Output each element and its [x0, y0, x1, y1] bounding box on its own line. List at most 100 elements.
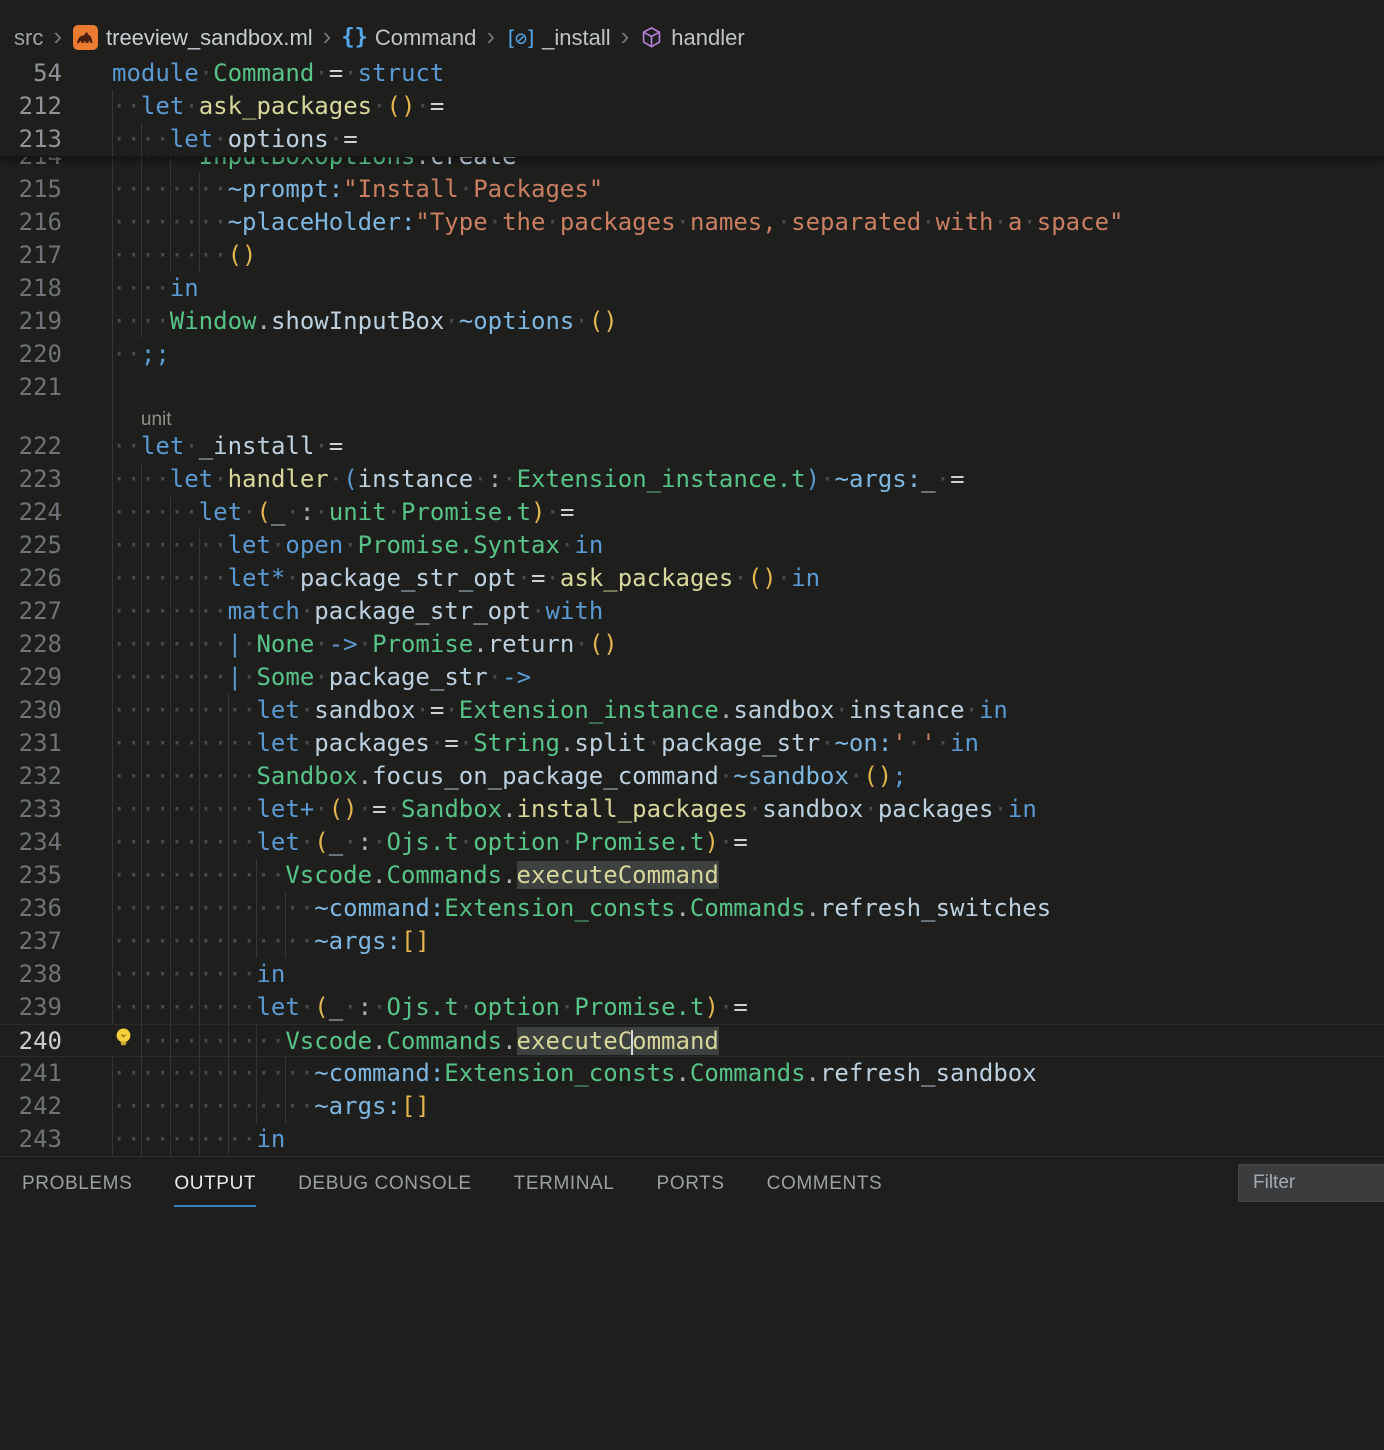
- tab-terminal[interactable]: TERMINAL: [514, 1159, 615, 1207]
- code-token: ~options: [459, 307, 575, 335]
- code-line[interactable]: 227········match·package_str_opt·with: [0, 595, 1384, 628]
- code-line[interactable]: 231··········let·packages·=·String.split…: [0, 727, 1384, 760]
- code-line[interactable]: 224······let·(_·:·unit·Promise.t)·=: [0, 496, 1384, 529]
- code-token: (): [329, 795, 358, 823]
- code-token: Command: [213, 59, 314, 87]
- whitespace-dot: ·: [300, 597, 314, 625]
- tab-debug-console[interactable]: DEBUG CONSOLE: [298, 1159, 472, 1207]
- lightbulb-icon[interactable]: [112, 1025, 141, 1058]
- line-number: 227: [0, 595, 62, 628]
- breadcrumb-item-treeview-sandbox-ml[interactable]: treeview_sandbox.ml: [72, 24, 313, 51]
- code-line[interactable]: 217········(): [0, 239, 1384, 272]
- filter-input[interactable]: [1238, 1164, 1384, 1202]
- breadcrumb-item-src[interactable]: src: [14, 25, 43, 51]
- code-line[interactable]: 241··············~command:Extension_cons…: [0, 1057, 1384, 1090]
- code-line[interactable]: 228········|·None·->·Promise.return·(): [0, 628, 1384, 661]
- code-token: ~args:: [314, 1092, 401, 1120]
- breadcrumb-item--install[interactable]: [⊘]_install: [505, 25, 611, 51]
- indent-guide: ··: [112, 760, 141, 793]
- whitespace-dot: ·: [936, 465, 950, 493]
- indent-guide: ··: [141, 123, 170, 156]
- sticky-line[interactable]: 213····let·options·=: [0, 123, 1384, 156]
- code-token: .: [256, 307, 270, 335]
- code-token: Promise.t: [574, 828, 704, 856]
- code-line[interactable]: 235············Vscode.Commands.executeCo…: [0, 859, 1384, 892]
- whitespace-dot: ·: [849, 762, 863, 790]
- indent-guide: ··: [228, 1090, 257, 1123]
- indent-guide: ··: [112, 305, 141, 338]
- code-line[interactable]: 239··········let·(_·:·Ojs.t·option·Promi…: [0, 991, 1384, 1024]
- whitespace-dot: ·: [358, 630, 372, 658]
- code-line[interactable]: 226········let*·package_str_opt·=·ask_pa…: [0, 562, 1384, 595]
- code-line[interactable]: 242··············~args:[]: [0, 1090, 1384, 1123]
- indent-guide: ··: [112, 925, 141, 958]
- code-line[interactable]: 215········~prompt:"Install·Packages": [0, 173, 1384, 206]
- code-line[interactable]: 238··········in: [0, 958, 1384, 991]
- line-number: 239: [0, 991, 62, 1024]
- whitespace-dot: ·: [531, 597, 545, 625]
- code-token: Promise: [372, 630, 473, 658]
- code-line[interactable]: 234··········let·(_·:·Ojs.t·option·Promi…: [0, 826, 1384, 859]
- whitespace-dot: ·: [444, 696, 458, 724]
- code-line[interactable]: 222··let·_install·=: [0, 430, 1384, 463]
- code-token: instance: [849, 696, 965, 724]
- code-token: _: [329, 828, 343, 856]
- code-line[interactable]: 243··········in: [0, 1123, 1384, 1156]
- code-token: let+: [256, 795, 314, 823]
- whitespace-dot: ·: [777, 564, 791, 592]
- code-token: with: [936, 208, 994, 236]
- tab-ports[interactable]: PORTS: [657, 1159, 725, 1207]
- code-token: ): [704, 828, 718, 856]
- inlay-hint-row: unit: [0, 404, 1384, 430]
- code-token: .: [502, 1027, 516, 1055]
- line-content: ············Vscode.Commands.executeComma…: [112, 859, 719, 892]
- breadcrumb-item-handler[interactable]: handler: [639, 25, 744, 51]
- code-token: instance: [358, 465, 474, 493]
- indent-guide: ··: [141, 892, 170, 925]
- whitespace-dot: ·: [517, 564, 531, 592]
- code-token: .: [372, 861, 386, 889]
- indent-guide: ··: [170, 206, 199, 239]
- code-token: String: [473, 729, 560, 757]
- breadcrumb-item-command[interactable]: {}Command: [341, 25, 476, 51]
- code-token: let: [170, 125, 213, 153]
- code-line[interactable]: 229········|·Some·package_str·->: [0, 661, 1384, 694]
- whitespace-dot: ·: [676, 208, 690, 236]
- code-line[interactable]: 236··············~command:Extension_cons…: [0, 892, 1384, 925]
- tab-comments[interactable]: COMMENTS: [767, 1159, 883, 1207]
- line-content: ··;;: [112, 338, 170, 371]
- code-line[interactable]: 216········~placeHolder:"Type·the·packag…: [0, 206, 1384, 239]
- code-line[interactable]: 225········let·open·Promise.Syntax·in: [0, 529, 1384, 562]
- code-line[interactable]: 223····let·handler·(instance·:·Extension…: [0, 463, 1384, 496]
- line-content: ··········let·packages·=·String.split·pa…: [112, 727, 979, 760]
- tab-output[interactable]: OUTPUT: [174, 1159, 256, 1207]
- code-line[interactable]: 230··········let·sandbox·=·Extension_ins…: [0, 694, 1384, 727]
- code-token: (): [863, 762, 892, 790]
- code-token: executeCommand: [517, 861, 719, 889]
- code-line[interactable]: 221: [0, 371, 1384, 404]
- code-line[interactable]: 233··········let+·()·=·Sandbox.install_p…: [0, 793, 1384, 826]
- sticky-line[interactable]: 54module·Command·=·struct: [0, 57, 1384, 90]
- sticky-line[interactable]: 212··let·ask_packages·()·=: [0, 90, 1384, 123]
- indent-guide: ··: [199, 529, 228, 562]
- line-content: module·Command·=·struct: [112, 57, 444, 90]
- indent-guide: ··: [199, 595, 228, 628]
- line-content: ········let*·package_str_opt·=·ask_packa…: [112, 562, 820, 595]
- code-token: ~placeHolder:: [228, 208, 416, 236]
- indent-guide: ··: [170, 1090, 199, 1123]
- code-token: in: [574, 531, 603, 559]
- tab-problems[interactable]: PROBLEMS: [22, 1159, 132, 1207]
- code-line[interactable]: 220··;;: [0, 338, 1384, 371]
- whitespace-dot: ·: [430, 729, 444, 757]
- code-line[interactable]: 240··········Vscode.Commands.executeComm…: [0, 1024, 1384, 1057]
- line-number: 234: [0, 826, 62, 859]
- indent-guide: ··: [112, 826, 141, 859]
- code-line[interactable]: 237··············~args:[]: [0, 925, 1384, 958]
- code-line[interactable]: 219····Window.showInputBox·~options·(): [0, 305, 1384, 338]
- code-line[interactable]: 218····in: [0, 272, 1384, 305]
- code-token: =: [430, 92, 444, 120]
- code-line[interactable]: 232··········Sandbox.focus_on_package_co…: [0, 760, 1384, 793]
- indent-guide: ··: [256, 1090, 285, 1123]
- code-token: =: [444, 729, 458, 757]
- code-token: .: [560, 729, 574, 757]
